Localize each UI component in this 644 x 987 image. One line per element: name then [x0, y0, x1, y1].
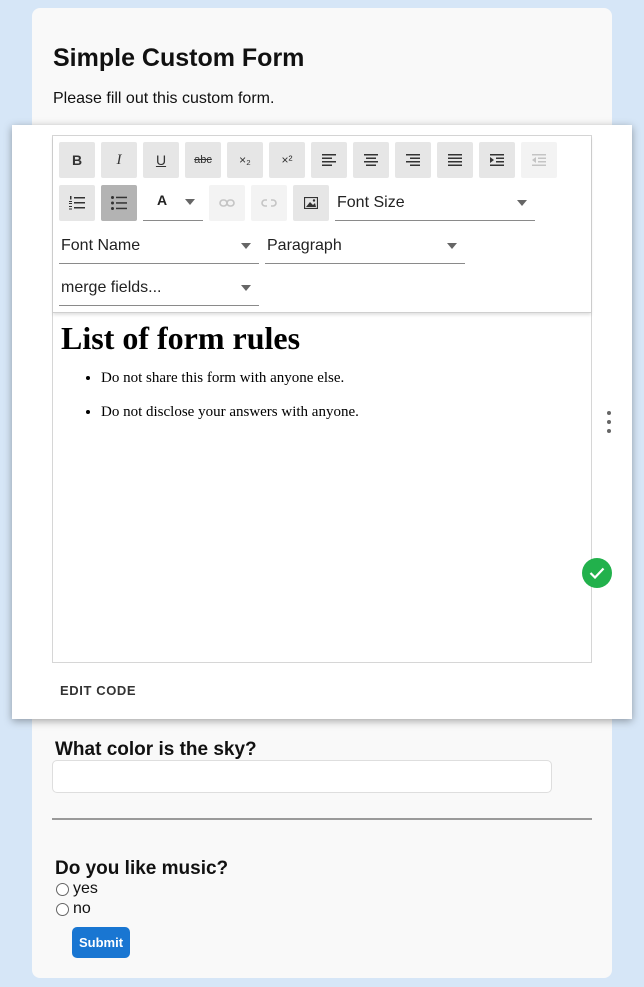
- superscript-button[interactable]: ×²: [269, 142, 305, 178]
- rules-list: Do not share this form with anyone else.…: [61, 370, 581, 421]
- justify-icon: [448, 154, 462, 166]
- justify-button[interactable]: [437, 142, 473, 178]
- chevron-down-icon: [241, 285, 251, 291]
- unlink-icon: [261, 199, 277, 207]
- chevron-down-icon: [447, 243, 457, 249]
- font-size-label: Font Size: [337, 193, 405, 211]
- checkmark-icon: [589, 567, 605, 579]
- font-name-dropdown[interactable]: Font Name: [59, 228, 259, 264]
- align-right-button[interactable]: [395, 142, 431, 178]
- radio-option-yes[interactable]: yes: [56, 880, 98, 898]
- chevron-down-icon: [241, 243, 251, 249]
- align-center-icon: [364, 154, 378, 166]
- radio-label: no: [73, 900, 91, 917]
- edit-code-button[interactable]: EDIT CODE: [60, 683, 136, 698]
- bulleted-list-icon: [111, 196, 127, 210]
- form-description: Please fill out this custom form.: [53, 90, 275, 107]
- numbered-list-icon: [69, 196, 85, 210]
- insert-link-button[interactable]: [209, 185, 245, 221]
- insert-image-button[interactable]: [293, 185, 329, 221]
- paragraph-format-label: Paragraph: [267, 236, 342, 254]
- radio-button[interactable]: [56, 902, 69, 916]
- list-item: Do not share this form with anyone else.: [101, 370, 581, 387]
- outdent-button[interactable]: [521, 142, 557, 178]
- font-color-icon: A: [157, 191, 168, 208]
- indent-button[interactable]: [479, 142, 515, 178]
- question-label: What color is the sky?: [55, 739, 257, 760]
- strikethrough-button[interactable]: abc: [185, 142, 221, 178]
- radio-label: yes: [73, 880, 98, 897]
- editor-content-area[interactable]: List of form rules Do not share this for…: [61, 316, 581, 438]
- radio-option-no[interactable]: no: [56, 900, 91, 918]
- bulleted-list-button[interactable]: [101, 185, 137, 221]
- align-center-button[interactable]: [353, 142, 389, 178]
- list-item: Do not disclose your answers with anyone…: [101, 404, 581, 421]
- underline-button[interactable]: U: [143, 142, 179, 178]
- radio-button[interactable]: [56, 882, 69, 896]
- bold-button[interactable]: B: [59, 142, 95, 178]
- outdent-icon: [532, 154, 546, 166]
- editor-toolbar: B I U abc ×₂ ×² A Font Size Font Name Pa…: [53, 136, 591, 313]
- chevron-down-icon: [185, 199, 195, 205]
- align-right-icon: [406, 154, 420, 166]
- font-color-dropdown[interactable]: A: [143, 185, 203, 221]
- sky-color-input[interactable]: [52, 760, 552, 793]
- merge-fields-label: merge fields...: [61, 278, 162, 296]
- image-icon: [304, 197, 318, 209]
- chevron-down-icon: [517, 200, 527, 206]
- font-name-label: Font Name: [61, 236, 141, 254]
- font-size-dropdown[interactable]: Font Size: [335, 185, 535, 221]
- rich-text-editor-panel: B I U abc ×₂ ×² A Font Size Font Name Pa…: [12, 125, 632, 719]
- numbered-list-button[interactable]: [59, 185, 95, 221]
- align-left-button[interactable]: [311, 142, 347, 178]
- paragraph-format-dropdown[interactable]: Paragraph: [265, 228, 465, 264]
- done-button[interactable]: [582, 558, 612, 588]
- rich-text-editor: B I U abc ×₂ ×² A Font Size Font Name Pa…: [52, 135, 592, 663]
- question-label: Do you like music?: [55, 858, 229, 879]
- more-options-icon[interactable]: [603, 411, 615, 433]
- submit-button[interactable]: Submit: [72, 927, 130, 958]
- merge-fields-dropdown[interactable]: merge fields...: [59, 270, 259, 306]
- link-icon: [219, 199, 235, 207]
- align-left-icon: [322, 154, 336, 166]
- subscript-button[interactable]: ×₂: [227, 142, 263, 178]
- remove-link-button[interactable]: [251, 185, 287, 221]
- indent-icon: [490, 154, 504, 166]
- editor-heading: List of form rules: [61, 320, 301, 356]
- section-divider: [52, 818, 592, 820]
- form-title: Simple Custom Form: [53, 44, 305, 72]
- italic-button[interactable]: I: [101, 142, 137, 178]
